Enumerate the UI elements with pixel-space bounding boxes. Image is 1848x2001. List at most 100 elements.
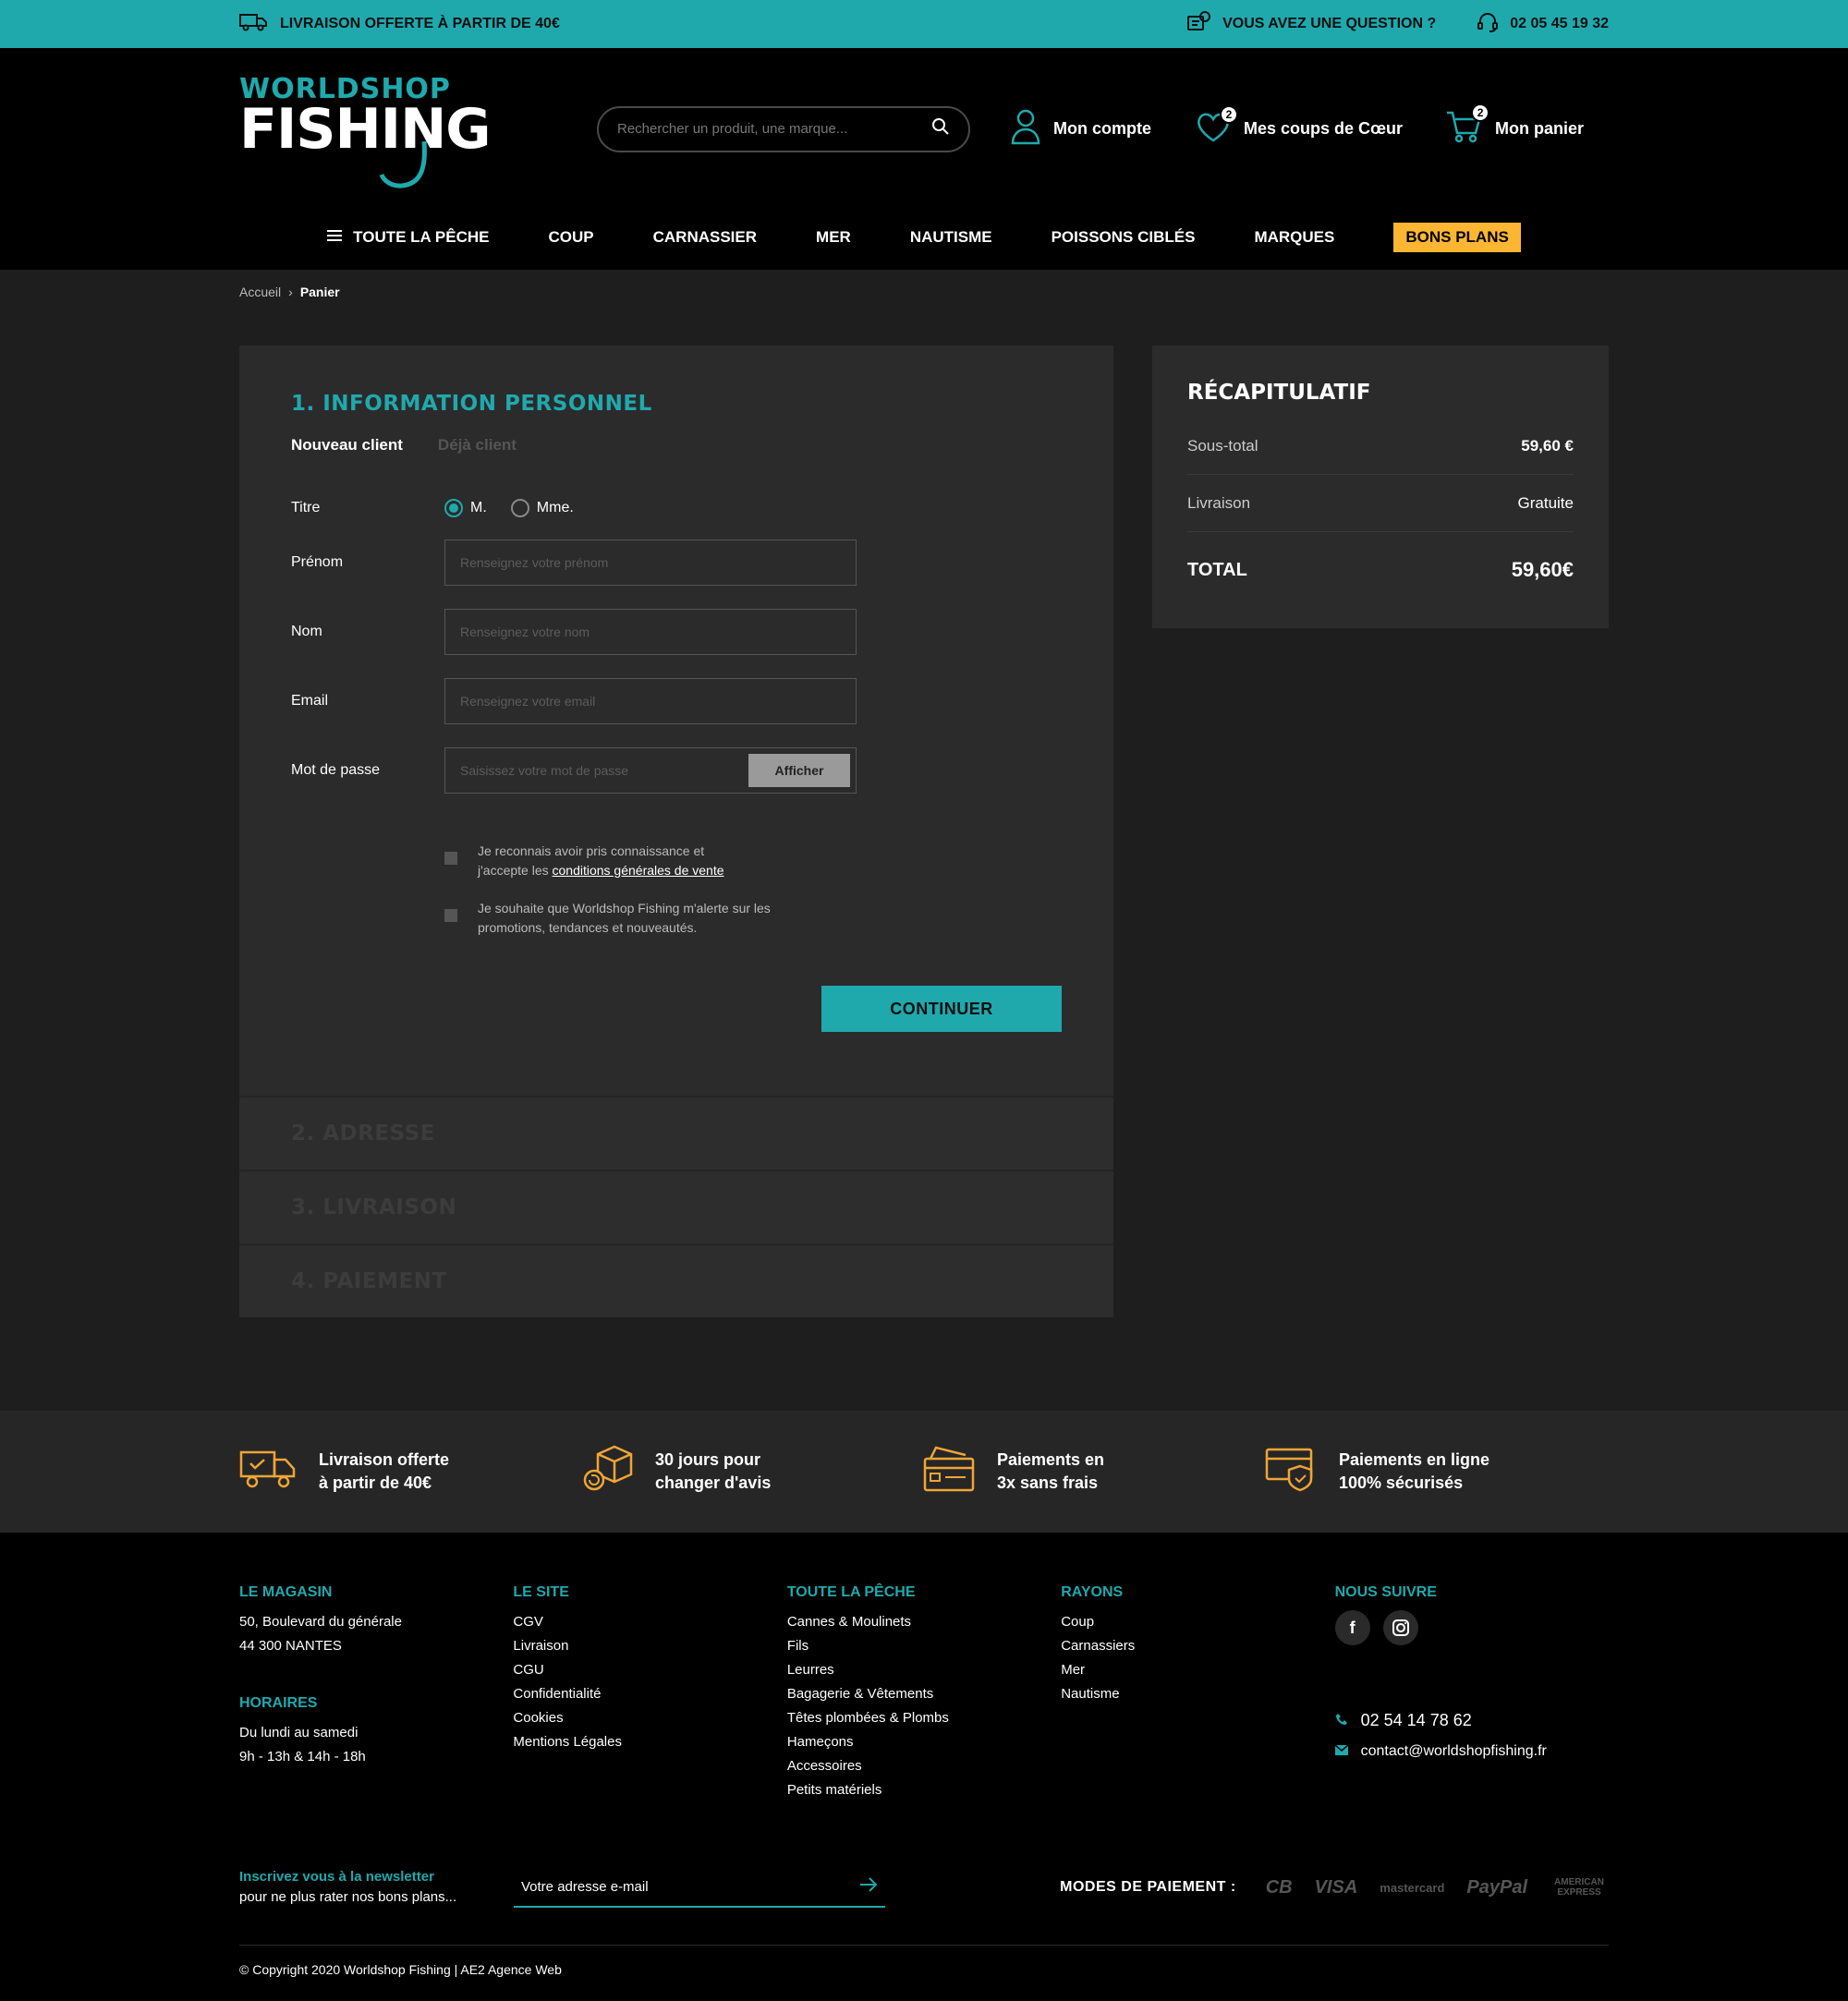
reassurance-secure: Paiements en ligne 100% sécurisés — [1265, 1446, 1607, 1498]
question-link[interactable]: VOUS AVEZ UNE QUESTION ? — [1187, 10, 1436, 38]
shipping-text: LIVRAISON OFFERTE À PARTIR DE 40€ — [280, 16, 560, 31]
mail-icon — [1334, 1736, 1349, 1767]
nav-carnassier[interactable]: CARNASSIER — [653, 228, 757, 247]
search-bar[interactable] — [597, 105, 970, 152]
footer-link-hamecons[interactable]: Hameçons — [787, 1734, 854, 1750]
footer-link-cgu[interactable]: CGU — [513, 1662, 543, 1678]
instagram-icon[interactable] — [1382, 1610, 1418, 1645]
lastname-field[interactable] — [444, 609, 857, 655]
nav-marques[interactable]: MARQUES — [1254, 228, 1334, 247]
radio-checked[interactable] — [444, 499, 463, 517]
phone-link[interactable]: 02 05 45 19 32 — [1477, 11, 1609, 38]
tab-existing-customer[interactable]: Déjà client — [438, 436, 517, 455]
phone-text: 02 05 45 19 32 — [1510, 16, 1609, 31]
footer-link-cannes[interactable]: Cannes & Moulinets — [787, 1614, 911, 1630]
footer-link-nautisme[interactable]: Nautisme — [1061, 1686, 1119, 1702]
wishlist-count-badge: 2 — [1220, 105, 1238, 124]
reassurance-bar: Livraison offerte à partir de 40€ 30 jour… — [0, 1411, 1848, 1533]
hours-title: HORAIRES — [239, 1695, 318, 1711]
nav-all-fishing[interactable]: TOUTE LA PÊCHE — [327, 228, 490, 247]
site-logo[interactable]: WORLDSHOP FISHING — [239, 73, 546, 195]
site-title: LE SITE — [513, 1584, 569, 1600]
firstname-input[interactable] — [460, 555, 841, 570]
amex-logo: AMERICAN EXPRESS — [1554, 1877, 1604, 1898]
cart-link[interactable]: 2 Mon panier — [1445, 103, 1585, 149]
footer-link-accessoires[interactable]: Accessoires — [787, 1758, 862, 1774]
footer-link-petits[interactable]: Petits matériels — [787, 1782, 882, 1798]
heart-icon: 2 — [1196, 105, 1238, 147]
arrow-right-icon[interactable] — [859, 1876, 878, 1897]
password-row: Mot de passe Afficher — [291, 747, 1062, 794]
email-row: Email — [291, 678, 1062, 724]
nav-mer[interactable]: MER — [816, 228, 851, 247]
cgv-checkbox[interactable] — [444, 852, 457, 865]
title-radio-mme[interactable]: Mme. — [510, 499, 574, 517]
footer-link-cgv[interactable]: CGV — [513, 1614, 543, 1630]
footer-link-leurres[interactable]: Leurres — [787, 1662, 834, 1678]
email-field[interactable] — [444, 678, 857, 724]
cb-logo: CB — [1265, 1876, 1293, 1898]
radio-unchecked[interactable] — [510, 499, 529, 517]
email-input[interactable] — [460, 694, 841, 709]
reassurance-shipping: Livraison offerte à partir de 40€ — [239, 1449, 581, 1496]
password-label: Mot de passe — [291, 762, 381, 778]
facebook-icon[interactable]: f — [1334, 1610, 1370, 1645]
social-links: f — [1334, 1610, 1609, 1645]
newsletter-field[interactable] — [514, 1867, 885, 1908]
hook-icon — [379, 140, 427, 188]
user-icon — [1011, 108, 1040, 150]
nav-nautisme[interactable]: NAUTISME — [910, 228, 992, 247]
payment-methods: MODES DE PAIEMENT : CB VISA mastercard P… — [1060, 1877, 1609, 1898]
hours-line-1: Du lundi au samedi — [239, 1725, 359, 1740]
nav-coup[interactable]: COUP — [549, 228, 594, 247]
store-address-1: 50, Boulevard du générale — [239, 1614, 402, 1630]
nav-bons-plans[interactable]: BONS PLANS — [1393, 223, 1521, 252]
step-address: 2. ADRESSE — [239, 1096, 1113, 1170]
lastname-input[interactable] — [460, 625, 841, 639]
summary-title: RÉCAPITULATIF — [1187, 381, 1371, 405]
secure-card-shield-icon — [1265, 1446, 1317, 1498]
breadcrumb-home[interactable]: Accueil — [239, 285, 281, 346]
footer-link-livraison[interactable]: Livraison — [513, 1638, 568, 1654]
footer-link-carnassiers[interactable]: Carnassiers — [1061, 1638, 1135, 1654]
cgv-text-line2: j'accepte les — [478, 863, 549, 878]
footer-link-confidentialite[interactable]: Confidentialité — [513, 1686, 601, 1702]
nav-poissons-cibles[interactable]: POISSONS CIBLÉS — [1052, 228, 1196, 247]
newsletter-subtitle: pour ne plus rater nos bons plans... — [239, 1889, 457, 1905]
radio-label-m: M. — [470, 500, 487, 515]
footer-link-mer[interactable]: Mer — [1061, 1662, 1085, 1678]
tab-new-customer[interactable]: Nouveau client — [291, 436, 403, 455]
title-radio-m[interactable]: M. — [444, 499, 487, 517]
footer-link-cookies[interactable]: Cookies — [513, 1710, 563, 1726]
firstname-field[interactable] — [444, 540, 857, 586]
step-personal-info: 1. INFORMATION PERSONNEL Nouveau client … — [239, 346, 1113, 1096]
footer-link-tetes[interactable]: Têtes plombées & Plombs — [787, 1710, 949, 1726]
wishlist-link[interactable]: 2 Mes coups de Cœur — [1196, 105, 1403, 147]
credit-card-3x-icon — [923, 1446, 975, 1498]
footer-link-bagagerie[interactable]: Bagagerie & Vêtements — [787, 1686, 933, 1702]
cgv-link[interactable]: conditions générales de vente — [553, 863, 724, 878]
show-password-button[interactable]: Afficher — [748, 754, 850, 787]
search-input[interactable] — [617, 121, 931, 137]
password-input[interactable] — [460, 763, 748, 778]
truck-icon — [239, 13, 267, 36]
contact-email[interactable]: contact@worldshopfishing.fr — [1334, 1736, 1609, 1767]
cart-label: Mon panier — [1495, 119, 1585, 138]
newsletter-input[interactable] — [521, 1878, 859, 1895]
continue-button[interactable]: CONTINUER — [821, 986, 1062, 1032]
cgv-text: Je reconnais avoir pris connaissance et … — [478, 842, 724, 880]
step-delivery: 3. LIVRAISON — [239, 1170, 1113, 1243]
breadcrumb-current: Panier — [299, 285, 340, 299]
account-link[interactable]: Mon compte — [1011, 108, 1151, 150]
newsletter-checkbox[interactable] — [444, 909, 457, 922]
payment-label: MODES DE PAIEMENT : — [1060, 1879, 1236, 1895]
password-field[interactable]: Afficher — [444, 747, 857, 794]
footer-follow: NOUS SUIVRE f 02 54 14 78 62 contact@wor… — [1334, 1584, 1609, 1802]
footer-link-fils[interactable]: Fils — [787, 1638, 808, 1654]
footer-link-mentions[interactable]: Mentions Légales — [513, 1734, 622, 1750]
contact-phone[interactable]: 02 54 14 78 62 — [1335, 1704, 1609, 1736]
footer-rayons: RAYONS Coup Carnassiers Mer Nautisme — [1061, 1584, 1334, 1802]
footer-link-coup[interactable]: Coup — [1061, 1614, 1094, 1630]
search-icon[interactable] — [931, 117, 950, 140]
fishing-title: TOUTE LA PÊCHE — [786, 1584, 916, 1600]
